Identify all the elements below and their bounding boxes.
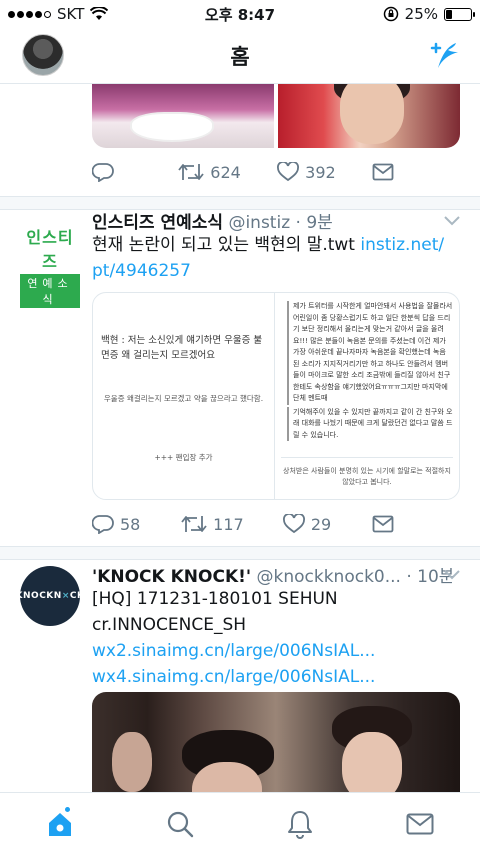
dm-icon (372, 515, 394, 533)
media-photo[interactable] (278, 84, 460, 148)
status-bar: SKT 오후 8:47 25% (0, 0, 480, 28)
chevron-down-icon[interactable] (444, 570, 460, 580)
card-paragraph: 제가 트위터를 시작한게 얼마안돼서 사용법을 잘몰라서 어린일이 좀 당황스럽… (287, 301, 453, 405)
retweet-icon (178, 164, 204, 180)
tweet-link[interactable]: wx4.sinaimg.cn/large/006NsIAL... (92, 667, 375, 687)
reply-icon (92, 163, 114, 182)
like-count: 392 (305, 162, 336, 182)
tweet-line: [HQ] 171231-180101 SEHUN (92, 589, 338, 609)
retweet-count: 117 (213, 514, 244, 534)
tweet-link[interactable]: instiz.net/ (360, 235, 444, 255)
display-name[interactable]: 'KNOCK KNOCK!' (92, 567, 251, 587)
retweet-button[interactable]: 624 (178, 162, 241, 182)
retweet-count: 624 (210, 162, 241, 182)
tab-notifications[interactable] (270, 799, 330, 849)
tweet-body: 현재 논란이 되고 있는 백현의 말.twt (92, 235, 355, 255)
dm-icon (372, 163, 394, 181)
tab-search[interactable] (150, 799, 210, 849)
tweet-divider (0, 546, 480, 560)
tweet-media[interactable] (92, 692, 460, 792)
tweet-header: 인스티즈 연예소식 @instiz · 9분 (92, 208, 462, 233)
new-tweets-dot (63, 804, 72, 814)
avatar-logo-subtext: 연예소식 (20, 274, 80, 308)
handle-time: @instiz · 9분 (228, 213, 333, 233)
bottom-tab-bar (0, 792, 480, 854)
like-icon (277, 162, 300, 182)
tweet-actions: 624 392 (92, 162, 422, 182)
knockknock-avatar[interactable]: KNOCKN × CK (16, 566, 84, 626)
tweet-text: [HQ] 171231-180101 SEHUN cr.INNOCENCE_SH… (92, 586, 462, 690)
card-image-left: 백현 : 저는 소신있게 얘기하면 우울증 불면증 왜 걸리는지 모르겠어요 우… (93, 293, 275, 499)
nav-header: 홈 (0, 28, 480, 84)
tab-home[interactable] (30, 799, 90, 849)
dm-button[interactable] (372, 515, 422, 533)
reply-button[interactable] (92, 162, 142, 182)
timeline-feed[interactable]: 624 392 인스티즈 연예소식 인스티즈 연예소식 @instiz · 9분… (0, 84, 480, 792)
status-left: SKT (8, 5, 109, 23)
media-photo[interactable] (92, 84, 274, 148)
status-right: 25% (383, 5, 475, 23)
reply-button[interactable]: 58 (92, 514, 142, 534)
orientation-lock-icon (383, 6, 398, 22)
card-more: +++ 팬입장 추가 (154, 453, 213, 462)
signal-icon (8, 10, 51, 18)
card-image-right: 제가 트위터를 시작한게 얼마안돼서 사용법을 잘몰라서 어린일이 좀 당황스럽… (275, 293, 459, 499)
profile-avatar[interactable] (22, 34, 64, 76)
reply-icon (92, 515, 114, 534)
display-name[interactable]: 인스티즈 연예소식 (92, 213, 223, 233)
tweet-media[interactable] (92, 84, 460, 148)
link-preview-card[interactable]: 백현 : 저는 소신있게 얘기하면 우울증 불면증 왜 걸리는지 모르겠어요 우… (92, 292, 460, 500)
home-icon (49, 812, 71, 836)
like-icon (282, 514, 305, 534)
tab-messages[interactable] (390, 799, 450, 849)
retweet-icon (181, 516, 207, 532)
tweet-link[interactable]: pt/4946257 (92, 261, 191, 281)
card-paragraph: 기억해주이 있을 수 있지만 끝까지고 같이 간 친구와 오래 대화를 나눴기 … (287, 406, 453, 441)
like-button[interactable]: 392 (277, 162, 336, 182)
avatar-logo-text-end: CK (69, 591, 85, 601)
page-title: 홈 (230, 44, 250, 69)
tweet-link[interactable]: wx2.sinaimg.cn/large/006NsIAL... (92, 641, 375, 661)
tweet-line: cr.INNOCENCE_SH (92, 615, 247, 635)
dm-button[interactable] (372, 163, 422, 181)
wifi-icon (90, 7, 109, 20)
card-footnote: 상처받은 사람들이 분명히 있는 시기에 할말로는 적절하지 않았다고 봅니다. (281, 457, 453, 488)
card-subtext: 우울증 왜걸리는지 모르겠고 약을 끊으라고 했다함. (103, 394, 264, 403)
battery-percent: 25% (404, 5, 438, 23)
avatar-logo-mark: × (61, 591, 70, 601)
tweet-text: 현재 논란이 되고 있는 백현의 말.twt instiz.net/ pt/49… (92, 232, 462, 284)
card-quote: 백현 : 저는 소신있게 얘기하면 우울증 불면증 왜 걸리는지 모르겠어요 (101, 335, 263, 361)
tweet-header: 'KNOCK KNOCK!' @knockknock0... · 10분 (92, 562, 462, 587)
battery-fill (446, 9, 452, 19)
avatar-logo-text: 인스티즈 (26, 228, 74, 271)
instiz-avatar[interactable]: 인스티즈 연예소식 (20, 224, 80, 308)
like-count: 29 (310, 514, 332, 534)
reply-count: 58 (120, 514, 141, 534)
messages-icon (406, 813, 434, 834)
search-icon (167, 811, 194, 837)
chevron-down-icon[interactable] (444, 216, 460, 226)
retweet-button[interactable]: 117 (181, 514, 244, 534)
compose-tweet-icon[interactable] (426, 38, 462, 74)
carrier-name: SKT (57, 5, 85, 23)
battery-icon (444, 7, 475, 21)
handle-time: @knockknock0... · 10분 (256, 567, 455, 587)
tweet-actions: 58 117 29 (92, 514, 422, 534)
like-button[interactable]: 29 (282, 514, 333, 534)
notifications-icon (288, 810, 312, 839)
avatar-logo-text: KNOCKN (15, 591, 62, 601)
